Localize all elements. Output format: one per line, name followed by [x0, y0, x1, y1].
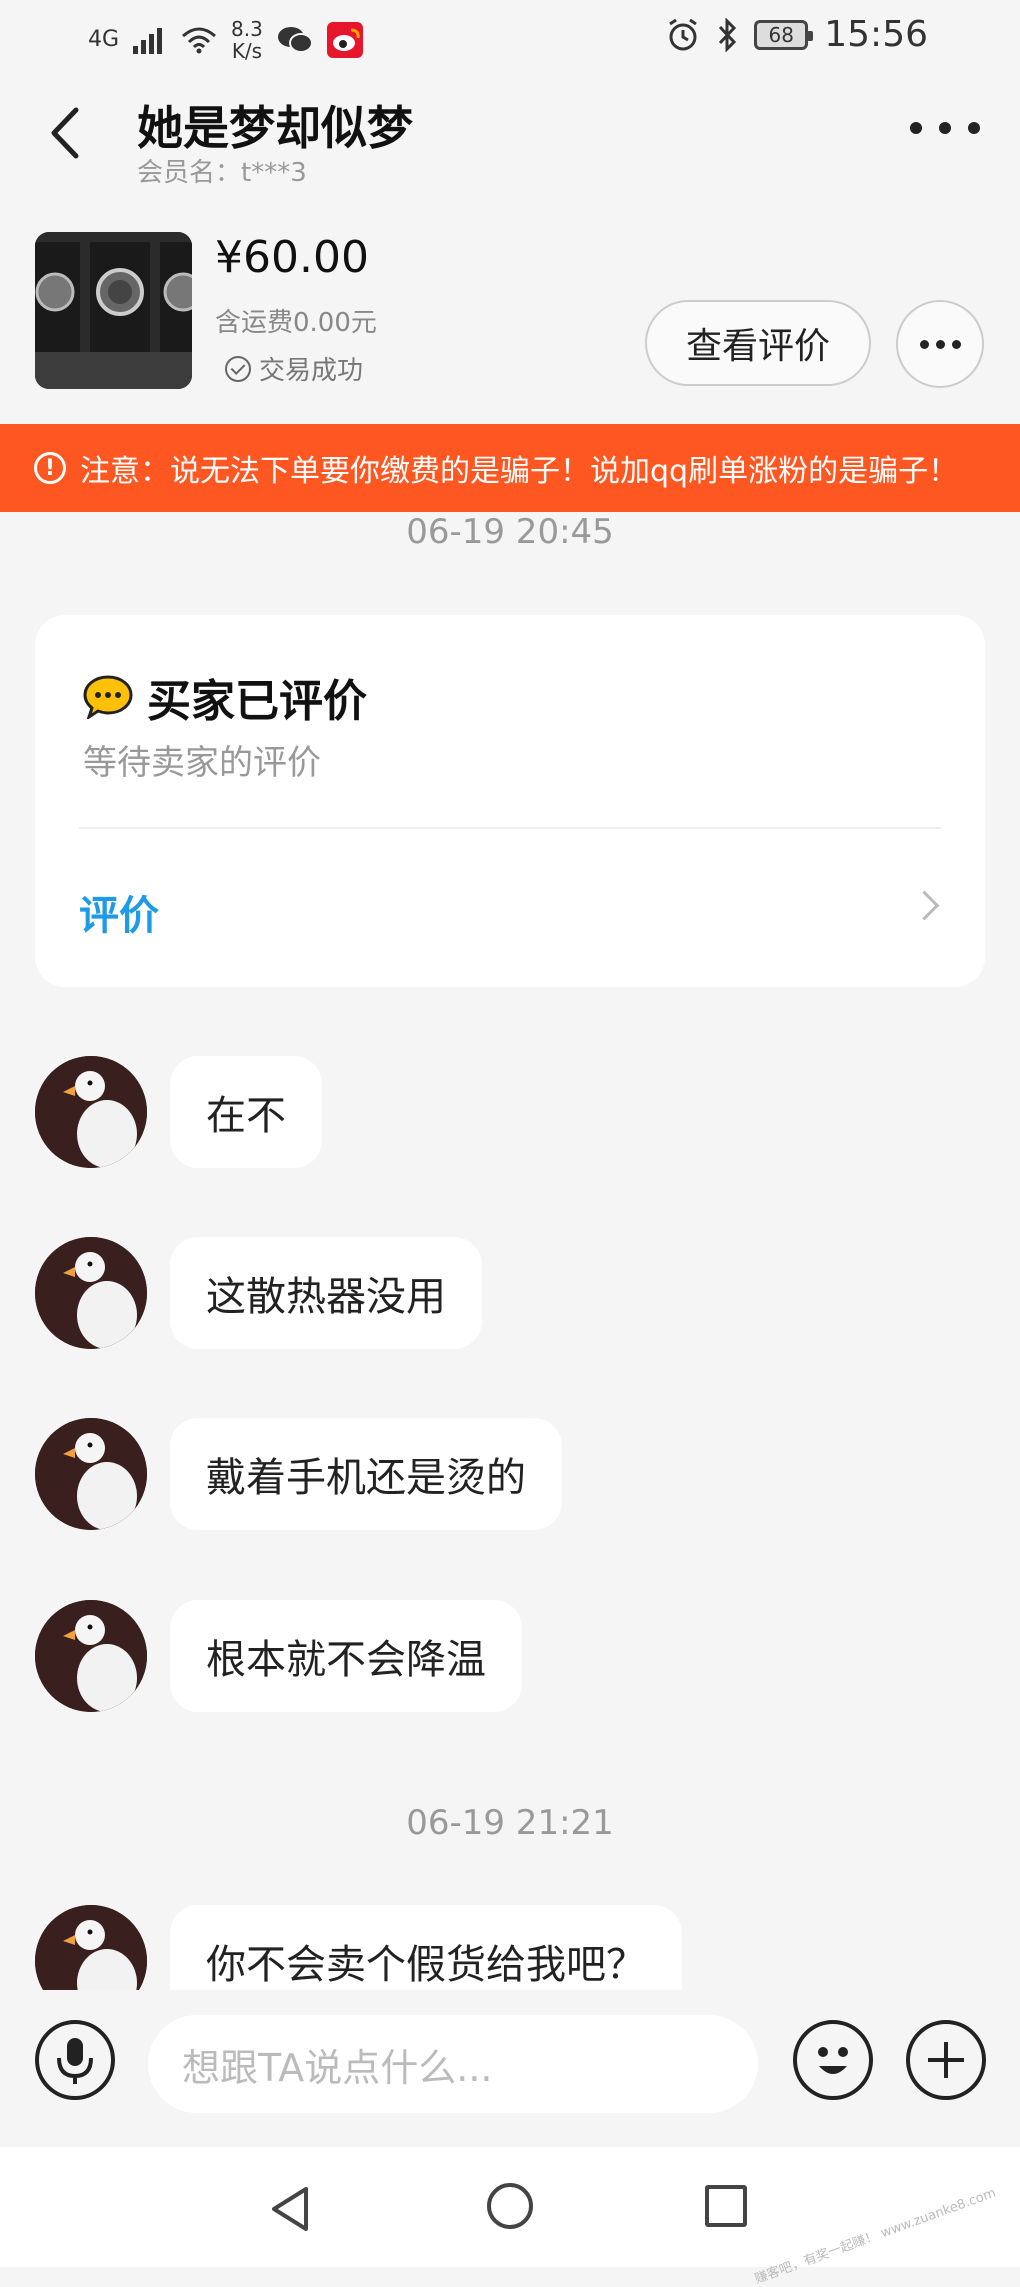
wifi-icon: [182, 27, 217, 54]
review-status-card: 买家已评价 等待卖家的评价 评价: [35, 615, 985, 987]
card-subtitle: 等待卖家的评价: [83, 743, 321, 783]
status-bar: 4G 8.3 K/s 68 15:56: [0, 0, 1020, 78]
message-row: 在不: [0, 1056, 1020, 1168]
review-link[interactable]: 评价: [79, 883, 159, 941]
view-review-button[interactable]: 查看评价: [645, 300, 871, 386]
message-bubble[interactable]: 根本就不会降温: [170, 1600, 522, 1712]
status-right: 68 15:56: [666, 14, 928, 55]
card-title-row: 买家已评价: [83, 665, 367, 729]
message-row: 你不会卖个假货给我吧？: [0, 1905, 1020, 1990]
timestamp: 06-19 20:45: [406, 512, 614, 552]
avatar[interactable]: [35, 1056, 147, 1168]
member-name: 会员名：t***3: [137, 158, 307, 188]
message-bubble[interactable]: 这散热器没用: [170, 1237, 482, 1349]
signal-icon: [133, 28, 163, 54]
chevron-right-icon[interactable]: [909, 890, 940, 921]
check-circle-icon: [225, 355, 251, 382]
message-bubble[interactable]: 你不会卖个假货给我吧？: [170, 1905, 682, 1990]
contact-name: 她是梦却似梦: [137, 101, 413, 155]
wechat-icon: [277, 27, 313, 53]
speed-value: 8.3: [231, 17, 263, 41]
nav-recent-apps-icon[interactable]: [705, 2185, 747, 2227]
chat-bubble-icon: [83, 675, 133, 719]
battery-indicator: 68: [754, 19, 814, 50]
clock: 15:56: [824, 14, 928, 55]
message-row: 这散热器没用: [0, 1237, 1020, 1349]
bluetooth-icon: [719, 17, 737, 52]
microphone-icon[interactable]: [35, 2020, 115, 2100]
nav-home-icon[interactable]: [487, 2183, 533, 2229]
chat-input-bar: 想跟TA说点什么...: [0, 1990, 1020, 2140]
avatar[interactable]: [35, 1418, 147, 1530]
emoji-icon[interactable]: [793, 2020, 873, 2100]
network-type: 4G: [88, 27, 120, 52]
avatar[interactable]: [35, 1237, 147, 1349]
watermark: 赚客吧，有奖一起赚！ www.zuanke8.com: [752, 2185, 998, 2287]
card-title: 买家已评价: [147, 676, 367, 727]
product-summary: ¥60.00 含运费0.00元 交易成功 查看评价: [0, 220, 1020, 400]
message-row: 根本就不会降温: [0, 1600, 1020, 1712]
avatar[interactable]: [35, 1905, 147, 1990]
product-price: ¥60.00: [215, 232, 369, 283]
weibo-icon: [326, 22, 363, 58]
back-arrow-icon[interactable]: [40, 98, 90, 168]
avatar[interactable]: [35, 1600, 147, 1712]
message-bubble[interactable]: 戴着手机还是烫的: [170, 1418, 562, 1530]
warning-banner: ! 注意：说无法下单要你缴费的是骗子！说加qq刷单涨粉的是骗子！: [0, 424, 1020, 512]
alert-icon: !: [34, 452, 66, 484]
alarm-icon: [669, 18, 698, 50]
network-speed: 8.3 K/s: [231, 18, 263, 62]
nav-back-icon[interactable]: [268, 2185, 312, 2233]
order-status: 交易成功: [225, 350, 363, 387]
product-more-icon[interactable]: [896, 300, 984, 388]
message-row: 戴着手机还是烫的: [0, 1418, 1020, 1530]
order-status-text: 交易成功: [259, 356, 364, 386]
more-options-icon[interactable]: [910, 108, 980, 148]
speed-unit: K/s: [231, 39, 263, 63]
product-thumbnail[interactable]: [35, 232, 192, 389]
add-attachment-icon[interactable]: [906, 2020, 986, 2100]
message-bubble[interactable]: 在不: [170, 1056, 322, 1168]
message-clip: 你不会卖个假货给我吧？: [0, 1905, 1020, 1990]
message-input[interactable]: 想跟TA说点什么...: [148, 2015, 758, 2113]
divider: [79, 827, 941, 829]
shipping-info: 含运费0.00元: [215, 308, 377, 338]
system-nav-bar: 赚客吧，有奖一起赚！ www.zuanke8.com: [0, 2147, 1020, 2287]
timestamp: 06-19 21:21: [406, 1803, 614, 1843]
watch-image: [35, 232, 192, 389]
status-left: 4G 8.3 K/s: [88, 18, 363, 62]
chat-header: 她是梦却似梦 会员名：t***3: [0, 78, 1020, 188]
warning-text: 注意：说无法下单要你缴费的是骗子！说加qq刷单涨粉的是骗子！: [80, 454, 959, 489]
